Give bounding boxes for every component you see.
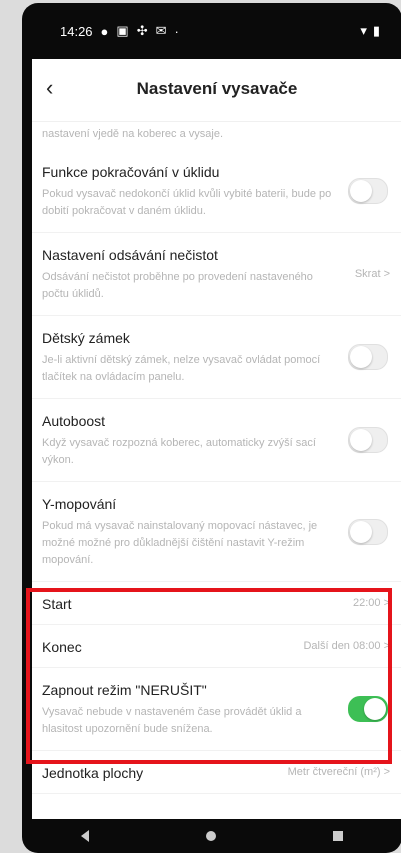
settings-screen: ‹ Nastavení vysavače nastavení vjedě na … [32, 59, 401, 819]
setting-title: Konec [42, 639, 82, 655]
status-time: 14:26 [60, 23, 93, 39]
setting-title: Y-mopování [42, 496, 117, 512]
system-navbar [22, 819, 401, 853]
setting-row-dust-extraction[interactable]: Nastavení odsávání nečistot Odsávání neč… [32, 233, 401, 316]
dust-extraction-value[interactable]: Skrat > [355, 268, 390, 280]
setting-row-autoboost[interactable]: Autoboost Když vysavač rozpozná koberec,… [32, 399, 401, 482]
setting-row-child-lock[interactable]: Dětský zámek Je-li aktivní dětský zámek,… [32, 316, 401, 399]
app-header: ‹ Nastavení vysavače [32, 59, 401, 122]
setting-desc: Pokud vysavač nedokončí úklid kvůli vybi… [42, 188, 332, 217]
setting-desc: Vysavač nebude v nastaveném čase provádě… [42, 706, 302, 735]
autoboost-toggle[interactable] [348, 427, 388, 453]
mail-icon: ✉ [155, 23, 167, 38]
settings-icon: ✣ [136, 23, 148, 38]
battery-icon: ▮ [372, 23, 380, 38]
setting-desc: Když vysavač rozpozná koberec, automatic… [42, 437, 316, 466]
setting-row-start[interactable]: Start 22:00 > [32, 582, 401, 625]
dot-icon: · [174, 23, 179, 39]
setting-title: Zapnout režim "NERUŠIT" [42, 682, 207, 698]
area-unit-value[interactable]: Metr čtvereční (m²) > [288, 766, 390, 778]
setting-row-dnd[interactable]: Zapnout režim "NERUŠIT" Vysavač nebude v… [32, 668, 401, 751]
wifi-icon: ▾ [360, 23, 367, 38]
setting-title: Start [42, 596, 72, 612]
setting-title: Dětský zámek [42, 330, 130, 346]
phone-frame: 14:26 ● ▣ ✣ ✉ · ▾ ▮ ‹ Nastavení vysavače… [22, 3, 401, 853]
setting-desc: Odsávání nečistot proběhne po provedení … [42, 271, 313, 300]
setting-desc: Je-li aktivní dětský zámek, nelze vysava… [42, 354, 321, 383]
setting-title: Funkce pokračování v úklidu [42, 164, 220, 180]
nav-back-icon[interactable] [80, 830, 89, 842]
nav-recents-icon[interactable] [333, 831, 344, 841]
child-lock-toggle[interactable] [348, 344, 388, 370]
start-time-value[interactable]: 22:00 > [353, 597, 390, 609]
setting-row-area-unit[interactable]: Jednotka plochy Metr čtvereční (m²) > [32, 751, 401, 794]
setting-row-continue-cleaning[interactable]: Funkce pokračování v úklidu Pokud vysava… [32, 150, 401, 233]
faded-top-text: nastavení vjedě na koberec a vysaje. [42, 128, 224, 140]
setting-title: Nastavení odsávání nečistot [42, 247, 218, 263]
status-bar: 14:26 ● ▣ ✣ ✉ · ▾ ▮ [22, 3, 401, 59]
nav-home-icon[interactable] [205, 831, 216, 841]
setting-desc: Pokud má vysavač nainstalovaný mopovací … [42, 520, 318, 566]
continue-cleaning-toggle[interactable] [348, 178, 388, 204]
dnd-toggle[interactable] [348, 696, 388, 722]
setting-row-y-mopping[interactable]: Y-mopování Pokud má vysavač nainstalovan… [32, 482, 401, 582]
notification-icon: ▣ [116, 23, 129, 38]
page-title: Nastavení vysavače [136, 79, 298, 98]
y-mopping-toggle[interactable] [348, 518, 388, 545]
setting-row-end[interactable]: Konec Další den 08:00 > [32, 625, 401, 668]
notification-dot-icon: ● [100, 23, 109, 39]
end-time-value[interactable]: Další den 08:00 > [303, 640, 390, 652]
setting-title: Autoboost [42, 413, 106, 429]
